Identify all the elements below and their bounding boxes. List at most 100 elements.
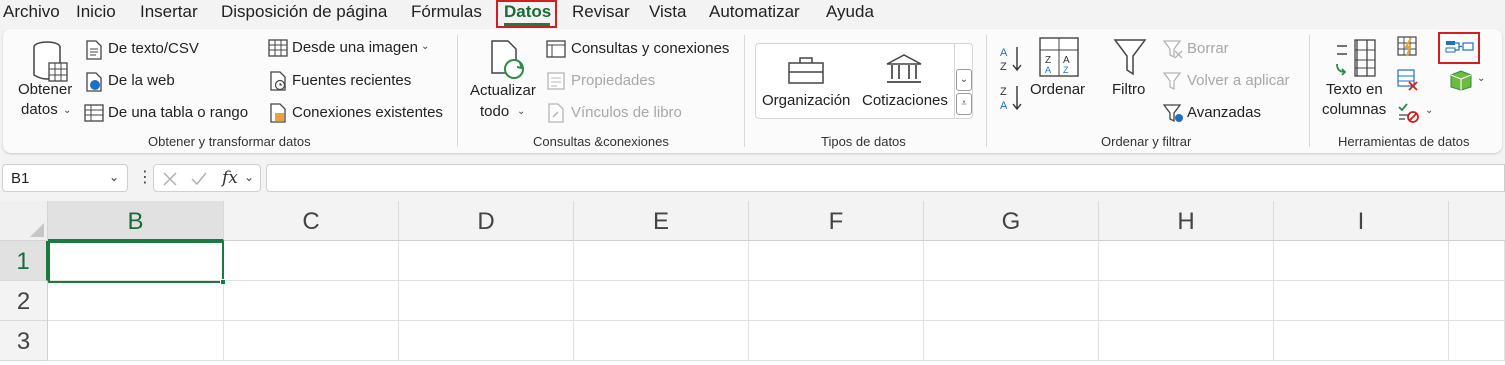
reapply-icon [1163,72,1182,91]
menu-disposicion-pagina[interactable]: Disposición de página [221,2,387,22]
active-cell-b1[interactable] [48,241,224,283]
chevron-down-icon[interactable]: ⌄ [63,105,71,116]
conexiones-existentes[interactable]: Conexiones existentes [292,104,443,121]
svg-text:A: A [1045,65,1051,75]
text-to-columns-icon [1336,39,1376,77]
cancel-icon[interactable] [162,171,178,187]
menu-bar: Archivo Inicio Insertar Disposición de p… [0,0,1505,28]
de-la-web[interactable]: De la web [108,72,175,89]
gallery-scroll-down[interactable]: ⌄ [956,69,972,91]
clear-filter-icon [1163,40,1183,59]
cell-h1[interactable] [1099,241,1274,281]
cell-x1[interactable] [1449,241,1505,281]
insert-function-icon[interactable]: fx [222,168,238,188]
desde-una-imagen[interactable]: Desde una imagen [292,39,418,56]
cell-b2[interactable] [48,281,224,321]
column-header-c[interactable]: C [224,201,399,241]
de-texto-csv[interactable]: De texto/CSV [108,40,199,57]
cell-d2[interactable] [399,281,574,321]
volver-a-aplicar[interactable]: Volver a aplicar [1187,72,1290,89]
cell-h2[interactable] [1099,281,1274,321]
chevron-down-icon[interactable]: ⌄ [1477,73,1485,84]
actualizar-todo-line1[interactable]: Actualizar [470,82,536,99]
cell-d3[interactable] [399,321,574,361]
cell-x2[interactable] [1449,281,1505,321]
menu-formulas[interactable]: Fórmulas [411,2,482,22]
menu-vista[interactable]: Vista [649,2,687,22]
svg-text:A: A [1000,100,1008,112]
menu-revisar[interactable]: Revisar [572,2,630,22]
svg-text:Z: Z [1000,61,1007,73]
recent-sources-icon [270,71,286,91]
cell-f3[interactable] [749,321,924,361]
column-header-f[interactable]: F [749,201,924,241]
formula-input[interactable] [266,164,1505,192]
chevron-down-icon[interactable]: ⌄ [421,41,429,52]
column-header-b[interactable]: B [48,201,224,241]
chevron-down-icon[interactable]: ⌄ [244,170,254,184]
cell-i1[interactable] [1274,241,1449,281]
cell-c1[interactable] [224,241,399,281]
cell-e3[interactable] [574,321,749,361]
fill-handle[interactable] [220,279,226,285]
cell-f1[interactable] [749,241,924,281]
cell-h3[interactable] [1099,321,1274,361]
datos-tab-highlight [496,0,557,28]
column-header-d[interactable]: D [399,201,574,241]
filtro-button[interactable]: Filtro [1112,81,1145,98]
borrar[interactable]: Borrar [1187,40,1229,57]
cell-d1[interactable] [399,241,574,281]
vinculos-de-libro[interactable]: Vínculos de libro [571,104,682,121]
consultas-y-conexiones[interactable]: Consultas y conexiones [571,40,729,57]
menu-ayuda[interactable]: Ayuda [826,2,874,22]
column-header-e[interactable]: E [574,201,749,241]
column-header-g[interactable]: G [924,201,1099,241]
menu-insertar[interactable]: Insertar [140,2,198,22]
name-box[interactable]: B1 ⌄ [2,164,128,192]
cell-c2[interactable] [224,281,399,321]
cell-i2[interactable] [1274,281,1449,321]
cell-g3[interactable] [924,321,1099,361]
more-options-icon[interactable]: ⋮ [137,167,153,187]
cell-g2[interactable] [924,281,1099,321]
cell-b3[interactable] [48,321,224,361]
cell-c3[interactable] [224,321,399,361]
chevron-down-icon[interactable]: ⌄ [109,170,119,184]
row-header-3[interactable]: 3 [0,321,48,361]
select-all-corner[interactable] [0,201,48,241]
cell-e1[interactable] [574,241,749,281]
ordenar-button[interactable]: Ordenar [1030,81,1085,98]
de-una-tabla-o-rango[interactable]: De una tabla o rango [108,104,248,121]
obtener-datos-line2[interactable]: datos [21,101,58,118]
tipo-organizacion[interactable]: Organización [762,92,850,109]
menu-archivo[interactable]: Archivo [3,2,60,22]
propiedades[interactable]: Propiedades [571,72,655,89]
chevron-down-icon[interactable]: ⌄ [517,106,525,117]
separator [744,35,745,147]
column-header-i[interactable]: I [1274,201,1449,241]
obtener-datos-line1[interactable]: Obtener [18,81,72,98]
column-header-partial[interactable] [1449,201,1505,241]
row-header-1[interactable]: 1 [0,241,48,281]
avanzadas[interactable]: Avanzadas [1187,104,1261,121]
ribbon: Obtener datos ⌄ De texto/CSV De la web D… [3,29,1502,153]
fuentes-recientes[interactable]: Fuentes recientes [292,72,411,89]
menu-inicio[interactable]: Inicio [76,2,116,22]
cell-e2[interactable] [574,281,749,321]
actualizar-todo-line2[interactable]: todo [480,103,509,120]
column-header-h[interactable]: H [1099,201,1274,241]
cell-f2[interactable] [749,281,924,321]
texto-en-columnas-line1[interactable]: Texto en [1326,81,1383,98]
database-icon [33,41,68,82]
cell-g1[interactable] [924,241,1099,281]
chevron-down-icon[interactable]: ⌄ [1425,105,1433,116]
gallery-expand[interactable]: ⩡ [956,93,972,115]
texto-en-columnas-line2[interactable]: columnas [1322,101,1386,118]
menu-automatizar[interactable]: Automatizar [709,2,800,22]
tipo-cotizaciones[interactable]: Cotizaciones [862,92,948,109]
enter-icon[interactable] [190,171,208,187]
group-label-tipos: Tipos de datos [821,134,906,149]
row-header-2[interactable]: 2 [0,281,48,321]
cell-i3[interactable] [1274,321,1449,361]
cell-x3[interactable] [1449,321,1505,361]
